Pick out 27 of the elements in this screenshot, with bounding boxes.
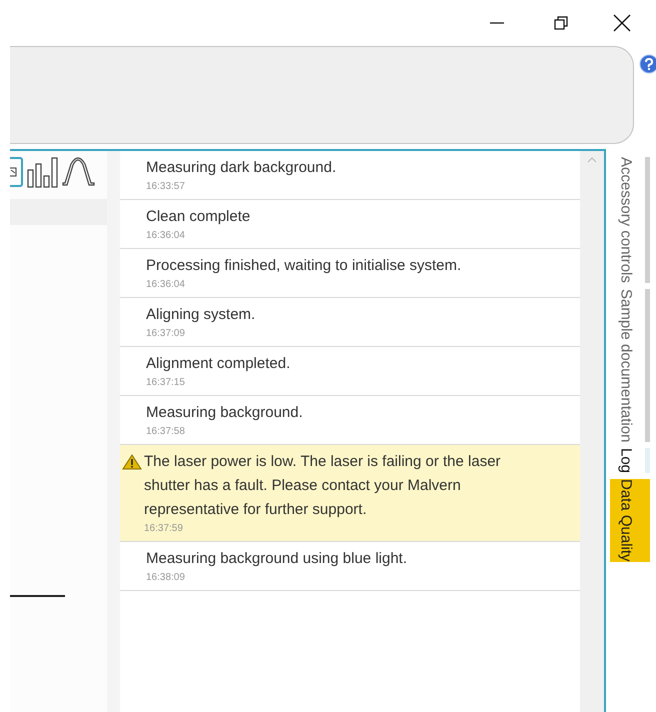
log-time: 16:38:09 bbox=[146, 571, 186, 584]
log-time: 16:37:58 bbox=[146, 425, 186, 438]
log-message: Measuring background using blue light. bbox=[146, 549, 407, 569]
log-message: Alignment completed. bbox=[146, 354, 290, 374]
log-time: 16:37:15 bbox=[146, 376, 186, 389]
log-message: Processing finished, waiting to initialise system. bbox=[146, 256, 462, 276]
bar-chart-icon[interactable] bbox=[27, 156, 58, 188]
chart-view-button[interactable] bbox=[10, 157, 23, 187]
chart-icon bbox=[10, 166, 18, 178]
underline-rule bbox=[10, 595, 65, 597]
log-time: 16:36:04 bbox=[146, 229, 186, 242]
log-message: Measuring background. bbox=[146, 403, 303, 423]
help-icon[interactable] bbox=[638, 54, 656, 74]
bell-curve-icon[interactable] bbox=[62, 157, 96, 187]
log-time: 16:37:09 bbox=[146, 327, 186, 340]
log-time: 16:36:04 bbox=[146, 278, 186, 291]
log-message: The laser power is low. The laser is failing or the laser shutter has a fault. Please contact your Malvern representative for further support. bbox=[144, 452, 502, 520]
log-message: Clean complete bbox=[146, 207, 250, 227]
log-message: Aligning system. bbox=[146, 305, 256, 325]
side-tab[interactable]: Data Quality bbox=[610, 479, 650, 562]
close-icon bbox=[613, 14, 631, 32]
log-time: 16:37:59 bbox=[143, 522, 184, 535]
restore-icon bbox=[553, 15, 569, 31]
log-message: Measuring dark background. bbox=[146, 158, 336, 178]
log-time: 16:33:57 bbox=[146, 180, 186, 193]
warning-icon bbox=[122, 454, 142, 470]
minimize-icon bbox=[489, 22, 505, 24]
